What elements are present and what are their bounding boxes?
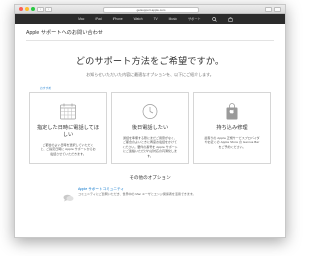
back-button[interactable]: ‹ xyxy=(37,7,44,12)
search-icon[interactable] xyxy=(211,16,217,22)
tabs-button[interactable] xyxy=(274,7,281,12)
share-button[interactable] xyxy=(265,7,272,12)
forward-button[interactable]: › xyxy=(45,7,52,12)
option-card-scheduled-call[interactable]: 指定した日時に電話してほしい ご都合のよい日時を選択していただくと、ご指定日時に… xyxy=(29,92,107,164)
option-title: 後日電話したい xyxy=(131,125,169,131)
option-card-call-later[interactable]: 後日電話したい 通話を準備する際にまだご用意がなく、ご都合のよいときに再度お電話… xyxy=(111,92,189,164)
browser-toolbar: ‹ › getsupport.apple.com xyxy=(15,5,285,14)
page-title: どのサポート方法をご希望ですか。 xyxy=(75,56,225,67)
option-description: ご都合のよい日時を選択していただくと、ご指定日時に Apple サポートからお電… xyxy=(40,143,96,156)
community-option[interactable]: Apple サポートコミュニティ コミュニティにご質問いただき、世界中の Mac… xyxy=(63,187,274,206)
option-title: 持ち込み修理 xyxy=(216,125,248,131)
nav-item-watch[interactable]: Watch xyxy=(134,17,143,21)
bag-icon[interactable] xyxy=(228,16,233,22)
window-controls xyxy=(19,7,35,11)
community-chat-icon xyxy=(63,187,74,206)
nav-item-tv[interactable]: TV xyxy=(154,17,158,21)
recommended-tag: おすすめ xyxy=(40,86,52,90)
option-title: 指定した日時に電話してほしい xyxy=(36,125,100,138)
address-bar[interactable]: getsupport.apple.com xyxy=(103,6,199,13)
support-options: 指定した日時に電話してほしい ご都合のよい日時を選択していただくと、ご指定日時に… xyxy=(26,92,274,164)
clock-icon xyxy=(112,103,188,120)
browser-window: ‹ › getsupport.apple.com Mac iPad iPhone… xyxy=(14,4,286,238)
option-description: 通話を準備する際にまだご用意がなく、ご都合のよいときに再度お電話をかけてください… xyxy=(122,136,178,158)
apple-store-bag-icon xyxy=(194,103,270,120)
nav-item-ipad[interactable]: iPad xyxy=(95,17,101,21)
calendar-icon xyxy=(30,103,106,120)
page-header: Apple サポートへのお問い合わせ xyxy=(26,24,274,41)
nav-item-support[interactable]: サポート xyxy=(188,17,201,21)
community-description: コミュニティにご質問いただき、世界中の Mac ユーザとエンジ関係者を活用できま… xyxy=(78,192,196,196)
close-window-button[interactable] xyxy=(19,7,23,11)
minimize-window-button[interactable] xyxy=(25,7,29,11)
nav-item-iphone[interactable]: iPhone xyxy=(113,17,123,21)
option-description: 最寄りの Apple 正規サービスプロバイダやお近くの Apple Store … xyxy=(204,136,260,149)
community-text: Apple サポートコミュニティ コミュニティにご質問いただき、世界中の Mac… xyxy=(78,187,196,196)
page-subtitle: お知らせいただいた内容に最適なオプションを、以下にご紹介します。 xyxy=(86,72,214,77)
other-options-title: その他のオプション xyxy=(129,176,171,181)
maximize-window-button[interactable] xyxy=(31,7,35,11)
option-card-carry-in-repair[interactable]: 持ち込み修理 最寄りの Apple 正規サービスプロバイダやお近くの Apple… xyxy=(193,92,271,164)
nav-item-mac[interactable]: Mac xyxy=(78,17,84,21)
nav-item-music[interactable]: Music xyxy=(169,17,177,21)
support-page: Apple サポートへのお問い合わせ どのサポート方法をご希望ですか。 お知らせ… xyxy=(15,24,285,206)
global-nav: Mac iPad iPhone Watch TV Music サポート xyxy=(15,14,285,24)
